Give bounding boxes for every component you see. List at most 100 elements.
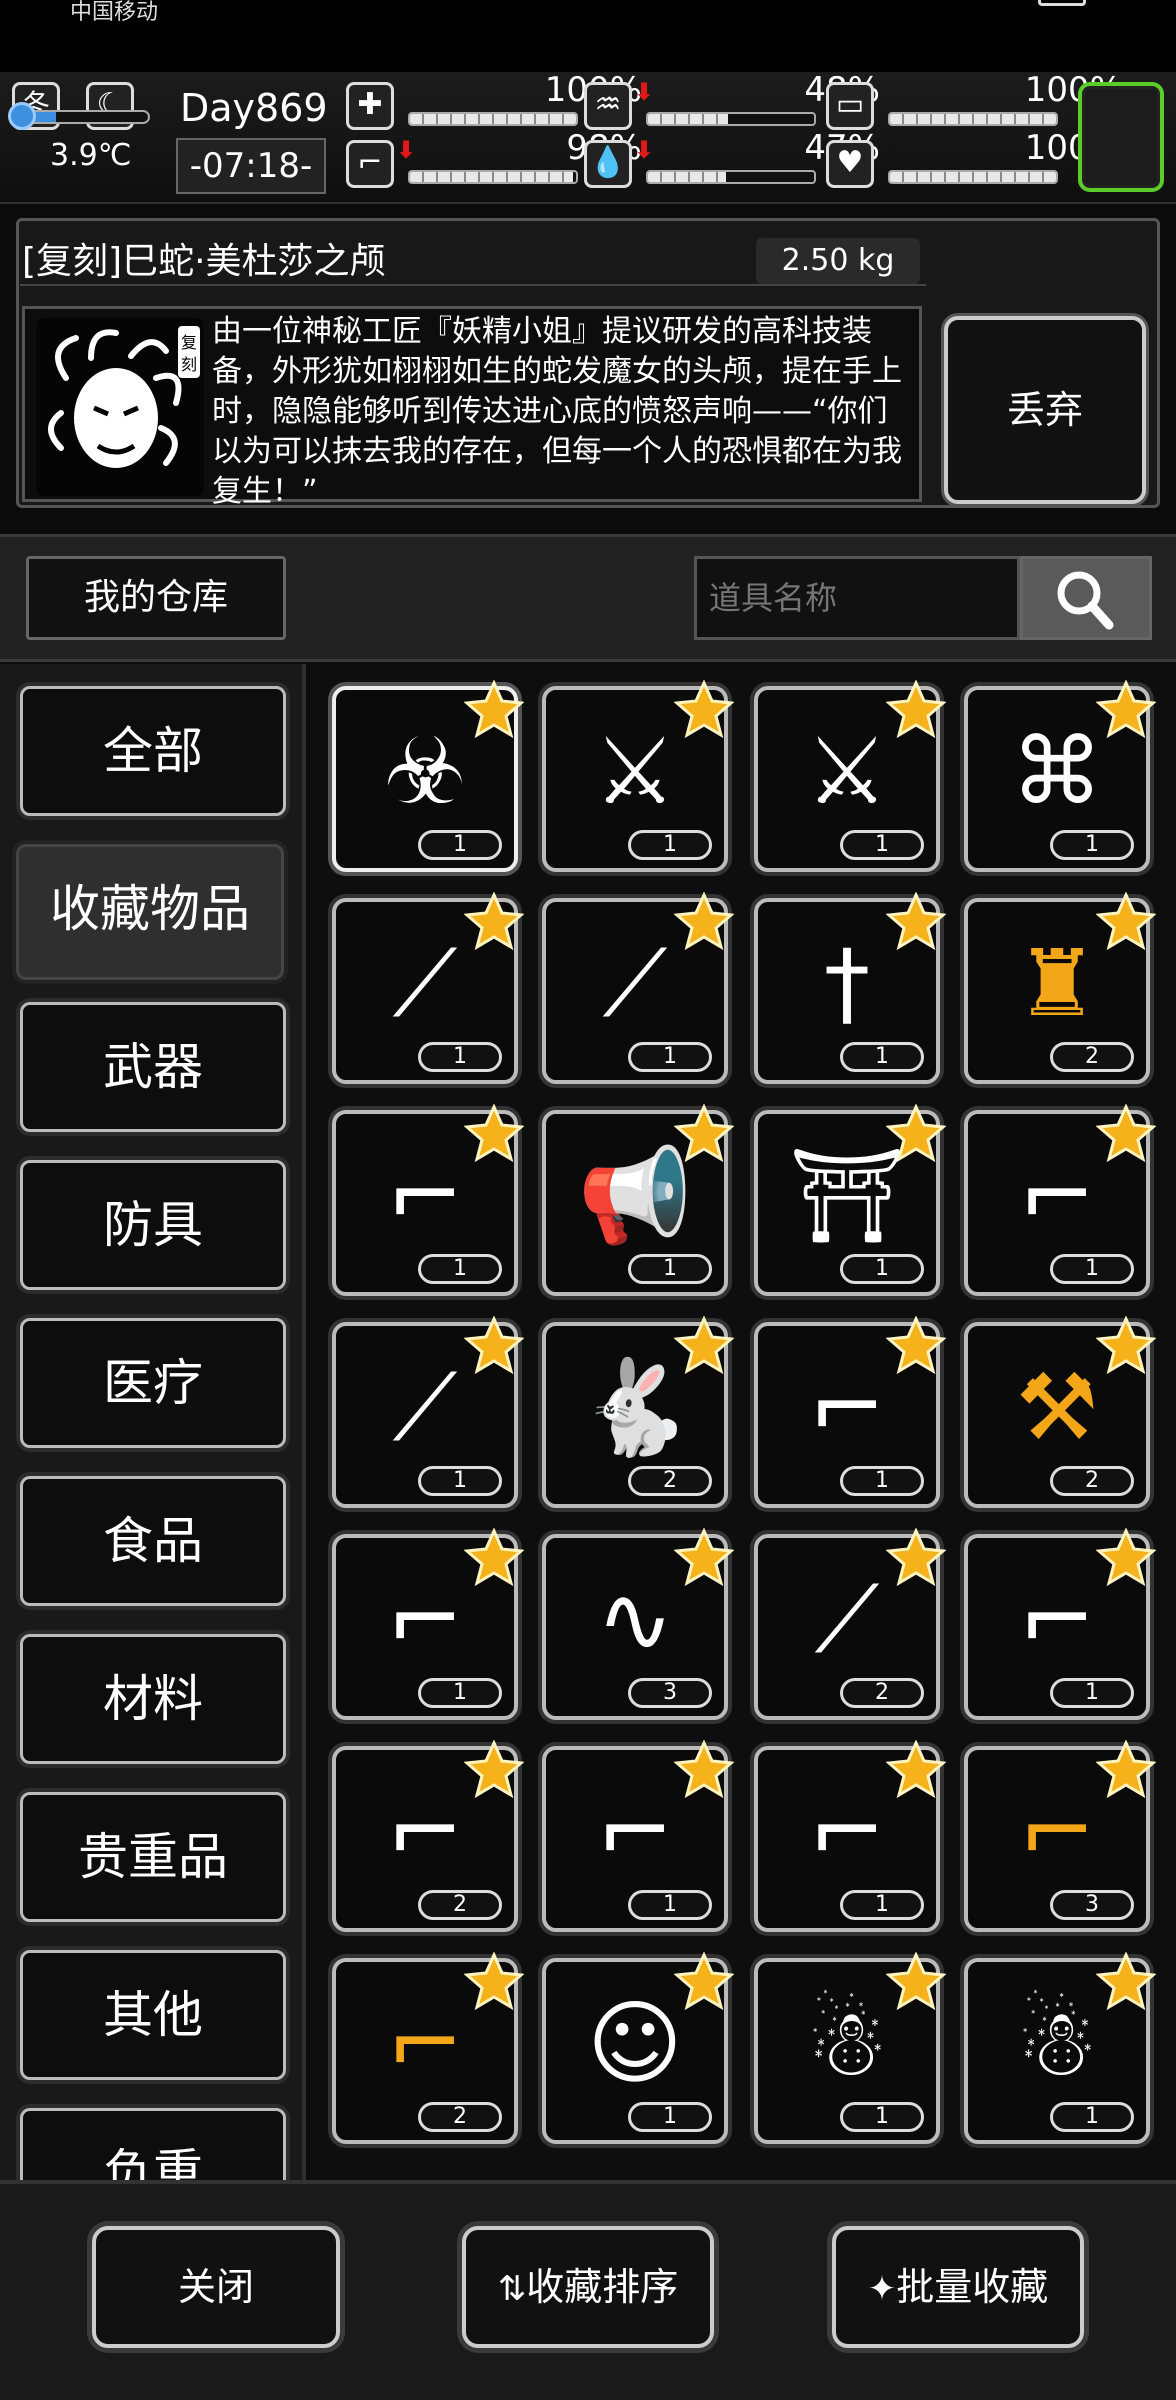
inventory-slot[interactable]: ☣ 1 (332, 680, 524, 872)
item-count: 1 (1050, 1254, 1134, 1284)
item-count: 1 (418, 830, 502, 860)
sort-arrows-icon: ⇅ (497, 2269, 527, 2309)
inventory-slot[interactable]: ⛩ 1 (754, 1104, 946, 1296)
category-tab[interactable]: 武器 (20, 1002, 286, 1132)
inventory-slot[interactable]: 🐇 2 (542, 1316, 734, 1508)
thermometer-icon (8, 102, 36, 130)
favorite-star-icon (886, 1740, 946, 1799)
stat-bar-fill (648, 172, 727, 182)
stat-bar (646, 112, 816, 126)
inventory-slot[interactable]: ☃ 1 (964, 1952, 1156, 2144)
medkit-icon: ✚ (346, 82, 394, 130)
item-count: 2 (418, 2102, 502, 2132)
stat-bar (888, 112, 1058, 126)
favorite-star-icon (886, 1104, 946, 1163)
stat-bar-fill (890, 172, 1056, 182)
inventory-slot[interactable]: ∿ 3 (542, 1528, 734, 1720)
item-count: 1 (840, 2102, 924, 2132)
item-count: 1 (628, 2102, 712, 2132)
search-icon (1057, 571, 1114, 630)
favorite-star-icon (674, 1104, 734, 1163)
stat-bar-fill (890, 114, 1056, 124)
close-button[interactable]: 关闭 (92, 2226, 340, 2348)
item-count: 1 (840, 1466, 924, 1496)
inventory-slot[interactable]: ⟋ 2 (754, 1528, 946, 1720)
batch-favorite-button[interactable]: ✦批量收藏 (832, 2226, 1084, 2348)
category-tab[interactable]: 收藏物品 (16, 844, 284, 980)
item-count: 2 (840, 1678, 924, 1708)
inventory-slot[interactable]: ⟋ 1 (332, 1316, 524, 1508)
item-description: 由一位神秘工匠『妖精小姐』提议研发的高科技装备，外形犹如栩栩如生的蛇发魔女的头颅… (212, 314, 902, 509)
category-tab[interactable]: 负重 (20, 2108, 286, 2180)
inventory-slot[interactable]: ⌐ 1 (964, 1528, 1156, 1720)
favorite-star-icon (464, 1528, 524, 1587)
inventory-slot[interactable]: ⟋ 1 (332, 892, 524, 1084)
favorite-star-icon (464, 1104, 524, 1163)
favorite-star-icon (1096, 680, 1156, 739)
boot-icon: ⌐ (346, 140, 394, 188)
inventory-slot[interactable]: 📢 1 (542, 1104, 734, 1296)
stat-bar (408, 170, 578, 184)
category-tab[interactable]: 全部 (20, 686, 286, 816)
svg-text:复: 复 (181, 333, 197, 352)
drop-button[interactable]: 丢弃 (944, 316, 1146, 504)
inventory-slot[interactable]: ⚒ 2 (964, 1316, 1156, 1508)
inventory-slot[interactable]: ⚔ 1 (754, 680, 946, 872)
favorite-star-icon (1096, 892, 1156, 951)
inventory-slot[interactable]: ⌐ 1 (332, 1528, 524, 1720)
category-tab[interactable]: 贵重品 (20, 1792, 286, 1922)
inventory-slot[interactable]: ⌐ 1 (964, 1104, 1156, 1296)
item-count: 1 (628, 1042, 712, 1072)
inventory-slot[interactable]: ⚔ 1 (542, 680, 734, 872)
item-count: 1 (840, 830, 924, 860)
water-drop-icon: 💧 (584, 140, 632, 188)
inventory-slot[interactable]: ⌐ 2 (332, 1740, 524, 1932)
item-count: 1 (418, 1254, 502, 1284)
item-count: 1 (418, 1042, 502, 1072)
search-button[interactable] (1020, 556, 1152, 640)
stat-bar-fill (410, 172, 573, 182)
stat-bar-fill (410, 114, 576, 124)
favorite-star-icon (886, 680, 946, 739)
inventory-slot[interactable]: ⌐ 1 (332, 1104, 524, 1296)
sort-favorites-label: 收藏排序 (526, 2265, 679, 2309)
carrier-label: 中国移动 (70, 0, 159, 25)
sort-favorites-button[interactable]: ⇅收藏排序 (462, 2226, 714, 2348)
inventory-slot[interactable]: ⟋ 1 (542, 892, 734, 1084)
favorite-star-icon (886, 1528, 946, 1587)
status-bar: 中国移动 (0, 0, 1176, 72)
item-count: 2 (628, 1466, 712, 1496)
stars-icon: ✦ (867, 2269, 897, 2309)
inventory-slot[interactable]: ☃ 1 (754, 1952, 946, 2144)
inventory-grid: ☣ 1 ⚔ 1 ⚔ 1 ⌘ 1 ⟋ 1 ⟋ 1 † 1 ♜ 2 ⌐ 1 📢 1 ⛩ 1 ⌐ 1 ⟋ 1 🐇 2 ⌐ 1 ⚒ 2 ⌐ 1 ∿ 3 ⟋ 2 ⌐ 1… (310, 664, 1176, 2180)
inventory-slot[interactable]: ⌐ 3 (964, 1740, 1156, 1932)
stat-bar (888, 170, 1058, 184)
item-count: 1 (628, 1254, 712, 1284)
minimap-button[interactable] (1078, 82, 1164, 192)
favorite-star-icon (1096, 1528, 1156, 1587)
category-tab[interactable]: 防具 (20, 1160, 286, 1290)
category-tab[interactable]: 其他 (20, 1950, 286, 2080)
inventory-slot[interactable]: ⌐ 1 (542, 1740, 734, 1932)
inventory-slot[interactable]: ⌘ 1 (964, 680, 1156, 872)
batch-favorite-label: 批量收藏 (896, 2265, 1049, 2309)
inventory-slot[interactable]: † 1 (754, 892, 946, 1084)
category-tab[interactable]: 食品 (20, 1476, 286, 1606)
item-count: 1 (1050, 2102, 1134, 2132)
inventory-slot[interactable]: ⌐ 1 (754, 1740, 946, 1932)
inventory-slot[interactable]: ⌐ 1 (754, 1316, 946, 1508)
item-count: 2 (1050, 1466, 1134, 1496)
inventory-slot[interactable]: ☺ 1 (542, 1952, 734, 2144)
category-tab[interactable]: 材料 (20, 1634, 286, 1764)
temperature-label: 3.9℃ (50, 138, 132, 173)
favorite-star-icon (674, 1952, 734, 2011)
heart-icon: ♥ (826, 140, 874, 188)
item-search-input[interactable] (694, 556, 1020, 640)
warehouse-tab[interactable]: 我的仓库 (26, 556, 286, 640)
item-count: 1 (628, 830, 712, 860)
favorite-star-icon (886, 1316, 946, 1375)
inventory-slot[interactable]: ♜ 2 (964, 892, 1156, 1084)
category-tab[interactable]: 医疗 (20, 1318, 286, 1448)
inventory-slot[interactable]: ⌐ 2 (332, 1952, 524, 2144)
day-counter: Day869 (180, 86, 328, 130)
